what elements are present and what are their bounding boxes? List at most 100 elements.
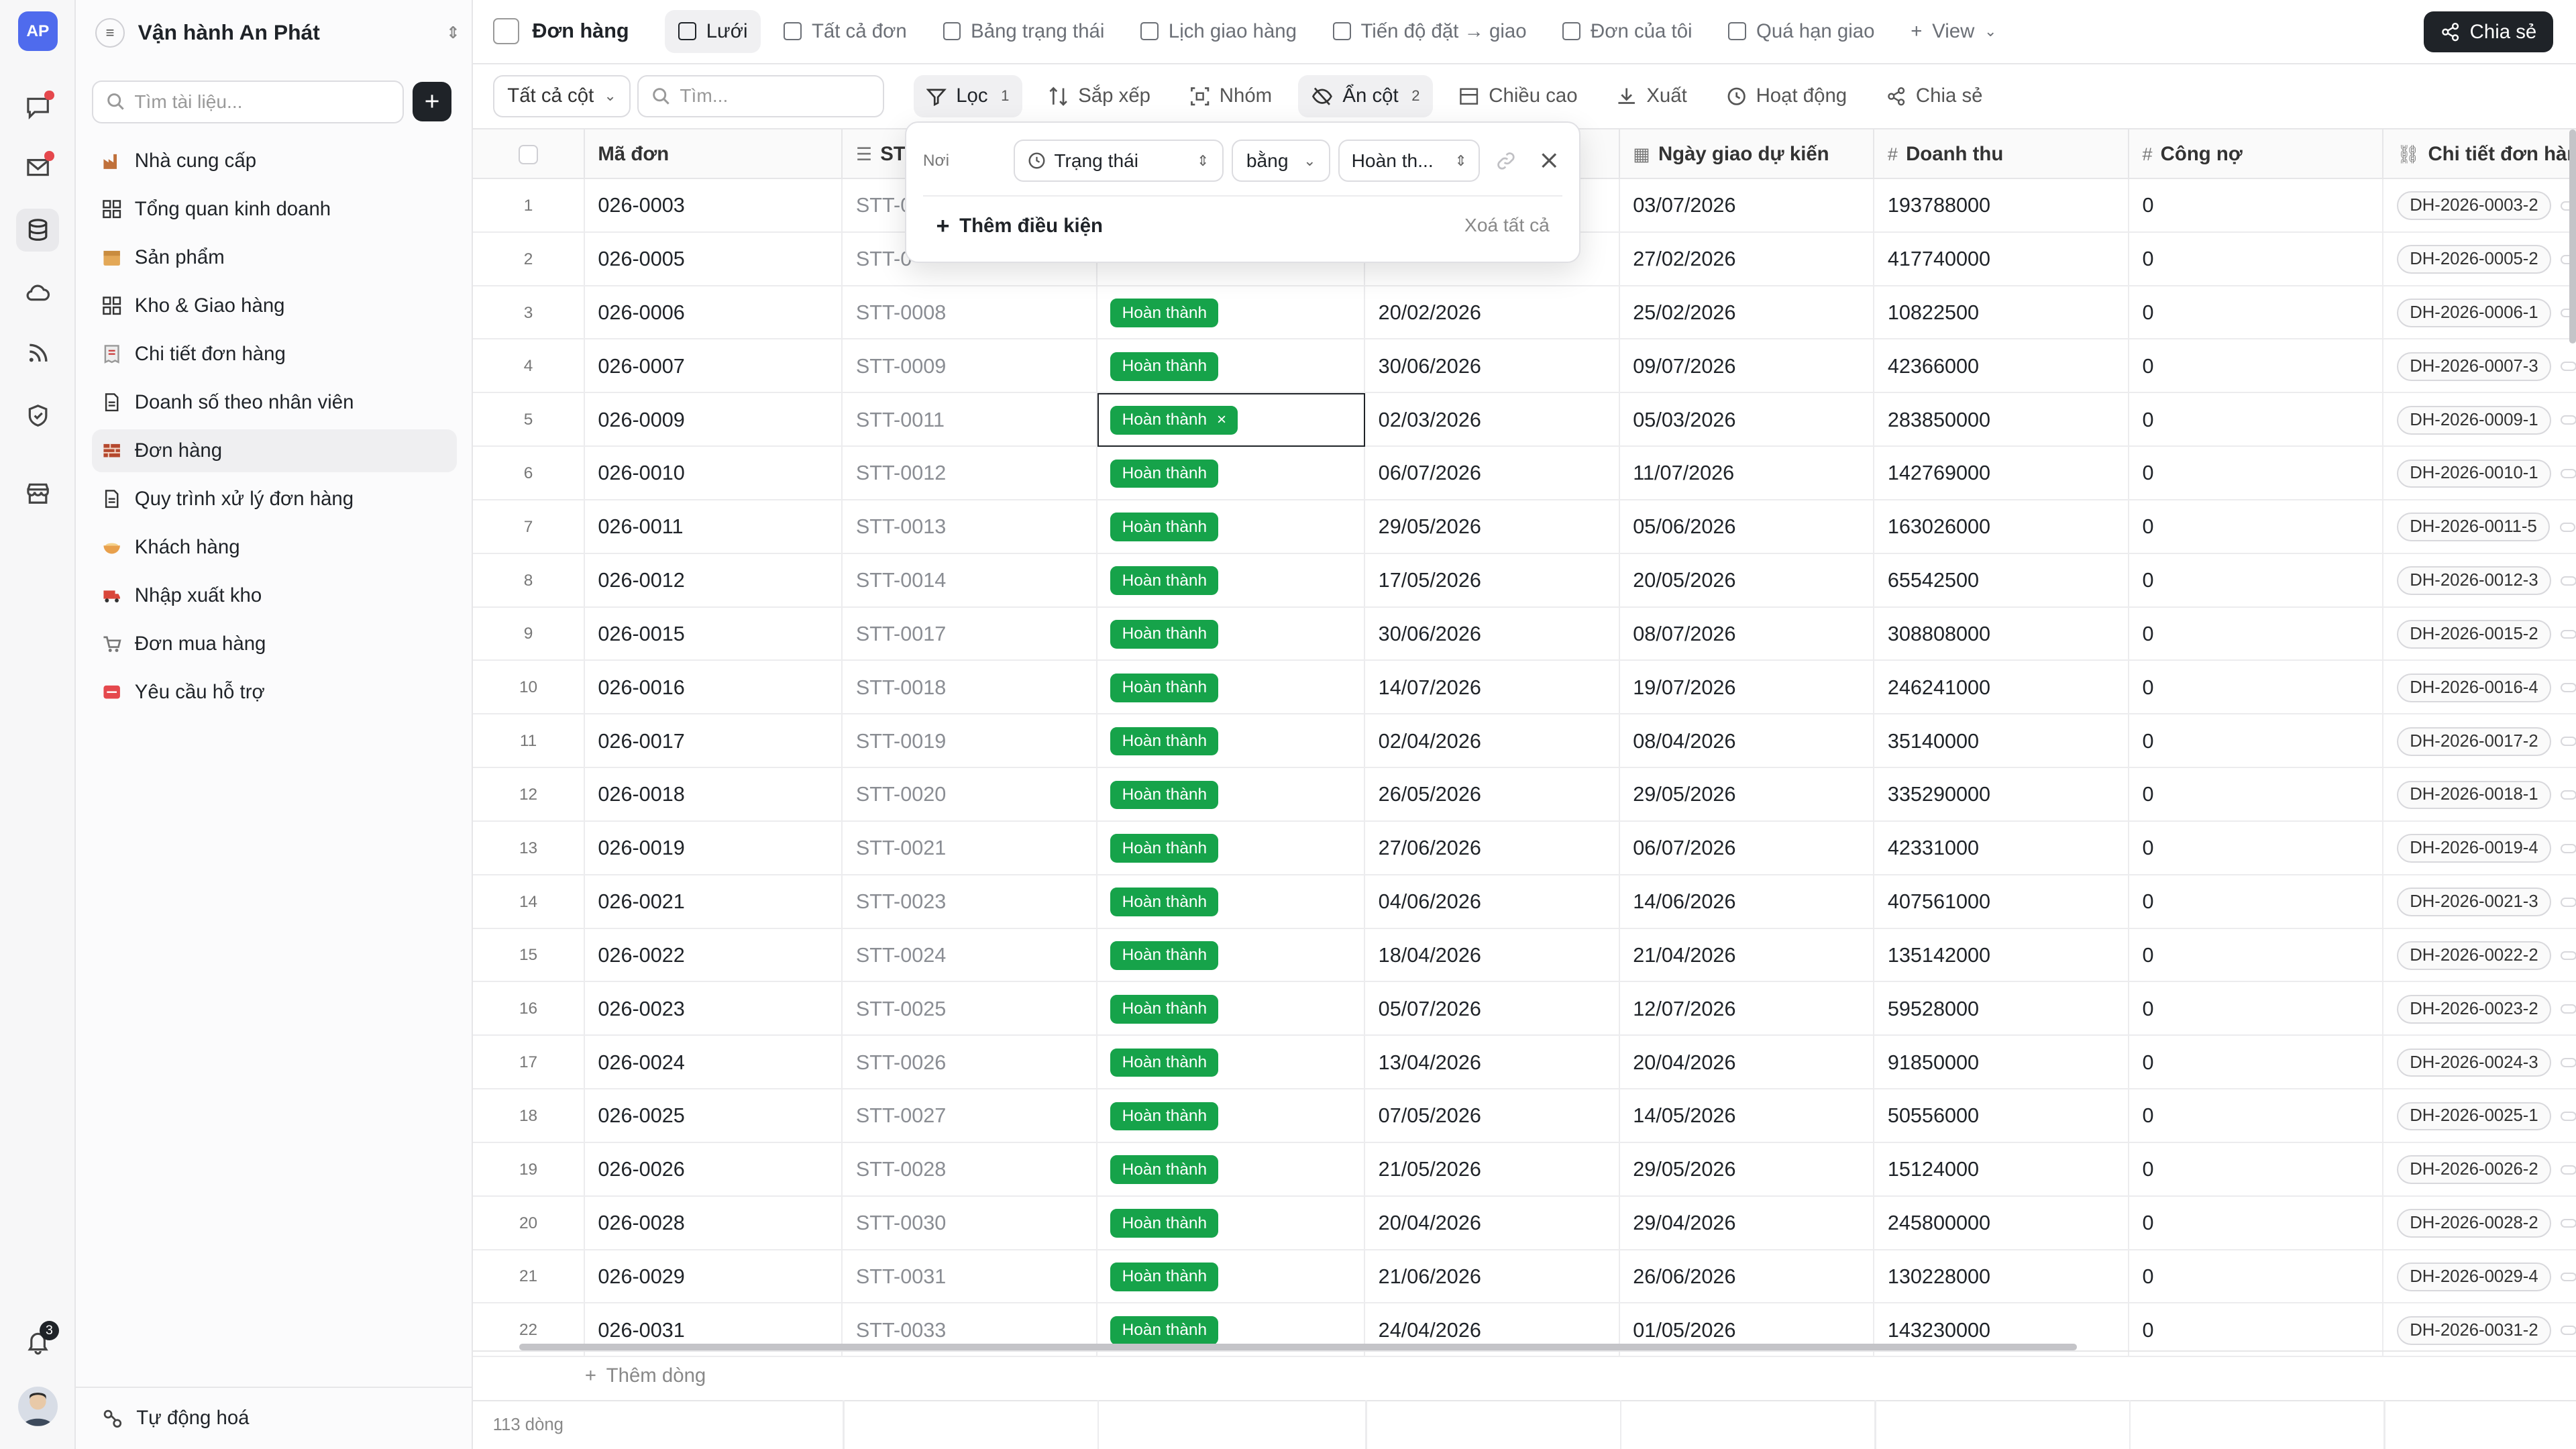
tab-don-cua-toi[interactable]: Đơn của tôi <box>1550 10 1705 53</box>
stt-cell[interactable]: STT-0028 <box>843 1142 1097 1197</box>
row-number-cell[interactable]: 6 <box>473 447 585 500</box>
group-button[interactable]: Nhóm <box>1177 75 1285 118</box>
status-cell[interactable]: Hoàn thành <box>1097 1250 1366 1304</box>
debt-cell[interactable]: 0 <box>2129 768 2384 822</box>
table-row[interactable]: 11 026-0017 STT-0019 Hoàn thành 02/04/2026 08… <box>473 714 2576 769</box>
linked-record-chip[interactable]: DH-2026-0003-2 <box>2397 191 2551 221</box>
revenue-cell[interactable]: 246241000 <box>1874 661 2129 715</box>
debt-cell[interactable]: 0 <box>2129 928 2384 983</box>
order-date-cell[interactable]: 13/04/2026 <box>1365 1036 1620 1090</box>
revenue-cell[interactable]: 407561000 <box>1874 875 2129 929</box>
filter-button[interactable]: Lọc 1 <box>913 74 1022 118</box>
delivery-date-cell[interactable]: 19/07/2026 <box>1620 661 1875 715</box>
revenue-cell[interactable]: 59528000 <box>1874 982 2129 1036</box>
linked-record-chip[interactable]: DH-2026-0026-2 <box>2397 1155 2551 1185</box>
table-row[interactable]: 20 026-0028 STT-0030 Hoàn thành 20/04/2026 29… <box>473 1196 2576 1250</box>
column-header-doanh-thu[interactable]: # Doanh thu <box>1874 129 2129 179</box>
sidebar-item-san-pham[interactable]: Sản phẩm <box>92 236 457 279</box>
revenue-cell[interactable]: 283850000 <box>1874 393 2129 447</box>
sidebar-item-nhap-xuat-kho[interactable]: Nhập xuất kho <box>92 574 457 617</box>
stt-cell[interactable]: STT-0014 <box>843 553 1097 608</box>
linked-record-chip-overflow[interactable] <box>2561 1112 2576 1121</box>
linked-record-chip-overflow[interactable] <box>2561 1326 2576 1336</box>
order-code-cell[interactable]: 026-0005 <box>585 232 843 286</box>
order-date-cell[interactable]: 02/03/2026 <box>1365 393 1620 447</box>
stt-cell[interactable]: STT-0018 <box>843 661 1097 715</box>
row-number-cell[interactable]: 17 <box>473 1036 585 1090</box>
order-code-cell[interactable]: 026-0023 <box>585 982 843 1036</box>
filter-value-select[interactable]: Hoàn th... ⇕ <box>1338 139 1481 182</box>
row-number-cell[interactable]: 15 <box>473 928 585 983</box>
order-date-cell[interactable]: 20/02/2026 <box>1365 286 1620 340</box>
debt-cell[interactable]: 0 <box>2129 982 2384 1036</box>
sidebar-item-yeu-cau-ho-tro[interactable]: Yêu cầu hỗ trợ <box>92 671 457 714</box>
debt-cell[interactable]: 0 <box>2129 607 2384 661</box>
status-cell[interactable]: Hoàn thành <box>1097 1036 1366 1090</box>
linked-record-chip[interactable]: DH-2026-0010-1 <box>2397 459 2551 488</box>
status-cell[interactable]: Hoàn thành <box>1097 447 1366 500</box>
linked-record-chip-overflow[interactable] <box>2561 469 2576 478</box>
detail-cell[interactable]: DH-2026-0007-3 <box>2383 339 2576 393</box>
row-height-button[interactable]: Chiều cao <box>1446 75 1591 118</box>
row-number-cell[interactable]: 5 <box>473 393 585 447</box>
revenue-cell[interactable]: 308808000 <box>1874 607 2129 661</box>
delivery-date-cell[interactable]: 05/03/2026 <box>1620 393 1875 447</box>
table-row[interactable]: 16 026-0023 STT-0025 Hoàn thành 05/07/2026 12… <box>473 982 2576 1036</box>
status-cell[interactable]: Hoàn thành <box>1097 553 1366 608</box>
tab-qua-han-giao[interactable]: Quá hạn giao <box>1715 10 1888 53</box>
sidebar-item-don-mua-hang[interactable]: Đơn mua hàng <box>92 623 457 665</box>
table-row[interactable]: 13 026-0019 STT-0021 Hoàn thành 27/06/2026 06… <box>473 821 2576 875</box>
order-code-cell[interactable]: 026-0015 <box>585 607 843 661</box>
column-header-ngay-giao[interactable]: ▦ Ngày giao dự kiến <box>1620 129 1875 179</box>
detail-cell[interactable]: DH-2026-0017-2 <box>2383 714 2576 768</box>
stt-cell[interactable]: STT-0012 <box>843 447 1097 500</box>
link-icon[interactable] <box>1490 144 1523 177</box>
linked-record-chip-overflow[interactable] <box>2559 522 2576 532</box>
row-number-cell[interactable]: 10 <box>473 661 585 715</box>
stt-cell[interactable]: STT-0031 <box>843 1250 1097 1304</box>
status-cell[interactable]: Hoàn thành <box>1097 607 1366 661</box>
status-cell[interactable]: Hoàn thành <box>1097 821 1366 875</box>
order-code-cell[interactable]: 026-0029 <box>585 1250 843 1304</box>
linked-record-chip-overflow[interactable] <box>2561 737 2576 747</box>
tab-tien-do[interactable]: Tiến độ đặt → giao <box>1320 10 1540 53</box>
status-cell[interactable]: Hoàn thành <box>1097 1089 1366 1143</box>
order-date-cell[interactable]: 29/05/2026 <box>1365 500 1620 554</box>
row-number-cell[interactable]: 3 <box>473 286 585 340</box>
detail-cell[interactable]: DH-2026-0003-2 <box>2383 179 2576 233</box>
mail-icon[interactable] <box>16 146 59 189</box>
revenue-cell[interactable]: 335290000 <box>1874 768 2129 822</box>
status-cell[interactable]: Hoàn thành <box>1097 982 1366 1036</box>
linked-record-chip[interactable]: DH-2026-0012-3 <box>2397 566 2551 596</box>
add-row-button[interactable]: + Thêm dòng <box>473 1350 2576 1399</box>
debt-cell[interactable]: 0 <box>2129 553 2384 608</box>
vertical-scrollbar[interactable] <box>2569 129 2576 343</box>
delivery-date-cell[interactable]: 06/07/2026 <box>1620 821 1875 875</box>
linked-record-chip[interactable]: DH-2026-0023-2 <box>2397 994 2551 1024</box>
stt-cell[interactable]: STT-0008 <box>843 286 1097 340</box>
linked-record-chip-overflow[interactable] <box>2561 897 2576 907</box>
sidebar-item-quy-trinh[interactable]: Quy trình xử lý đơn hàng <box>92 478 457 521</box>
stt-cell[interactable]: STT-0017 <box>843 607 1097 661</box>
row-number-cell[interactable]: 8 <box>473 553 585 608</box>
stt-cell[interactable]: STT-0011 <box>843 393 1097 447</box>
linked-record-chip-overflow[interactable] <box>2561 1218 2576 1228</box>
order-date-cell[interactable]: 27/06/2026 <box>1365 821 1620 875</box>
order-date-cell[interactable]: 05/07/2026 <box>1365 982 1620 1036</box>
detail-cell[interactable]: DH-2026-0005-2 <box>2383 233 2576 286</box>
table-row[interactable]: 18 026-0025 STT-0027 Hoàn thành 07/05/2026 14… <box>473 1089 2576 1143</box>
revenue-cell[interactable]: 91850000 <box>1874 1036 2129 1090</box>
column-scope-select[interactable]: Tất cả cột ⌄ <box>492 74 631 118</box>
linked-record-chip[interactable]: DH-2026-0009-1 <box>2397 405 2551 435</box>
status-cell[interactable]: Hoàn thành <box>1097 875 1366 929</box>
detail-cell[interactable]: DH-2026-0028-2 <box>2383 1197 2576 1250</box>
linked-record-chip-overflow[interactable] <box>2561 576 2576 586</box>
table-row[interactable]: 17 026-0024 STT-0026 Hoàn thành 13/04/2026 20… <box>473 1036 2576 1090</box>
delivery-date-cell[interactable]: 20/05/2026 <box>1620 553 1875 608</box>
delivery-date-cell[interactable]: 08/07/2026 <box>1620 607 1875 661</box>
column-header-chi-tiet[interactable]: ⛓ Chi tiết đơn hàng <box>2383 129 2576 178</box>
linked-record-chip-overflow[interactable] <box>2561 1165 2576 1175</box>
row-number-cell[interactable]: 16 <box>473 982 585 1036</box>
detail-cell[interactable]: DH-2026-0029-4 <box>2383 1250 2576 1304</box>
order-code-cell[interactable]: 026-0012 <box>585 553 843 608</box>
